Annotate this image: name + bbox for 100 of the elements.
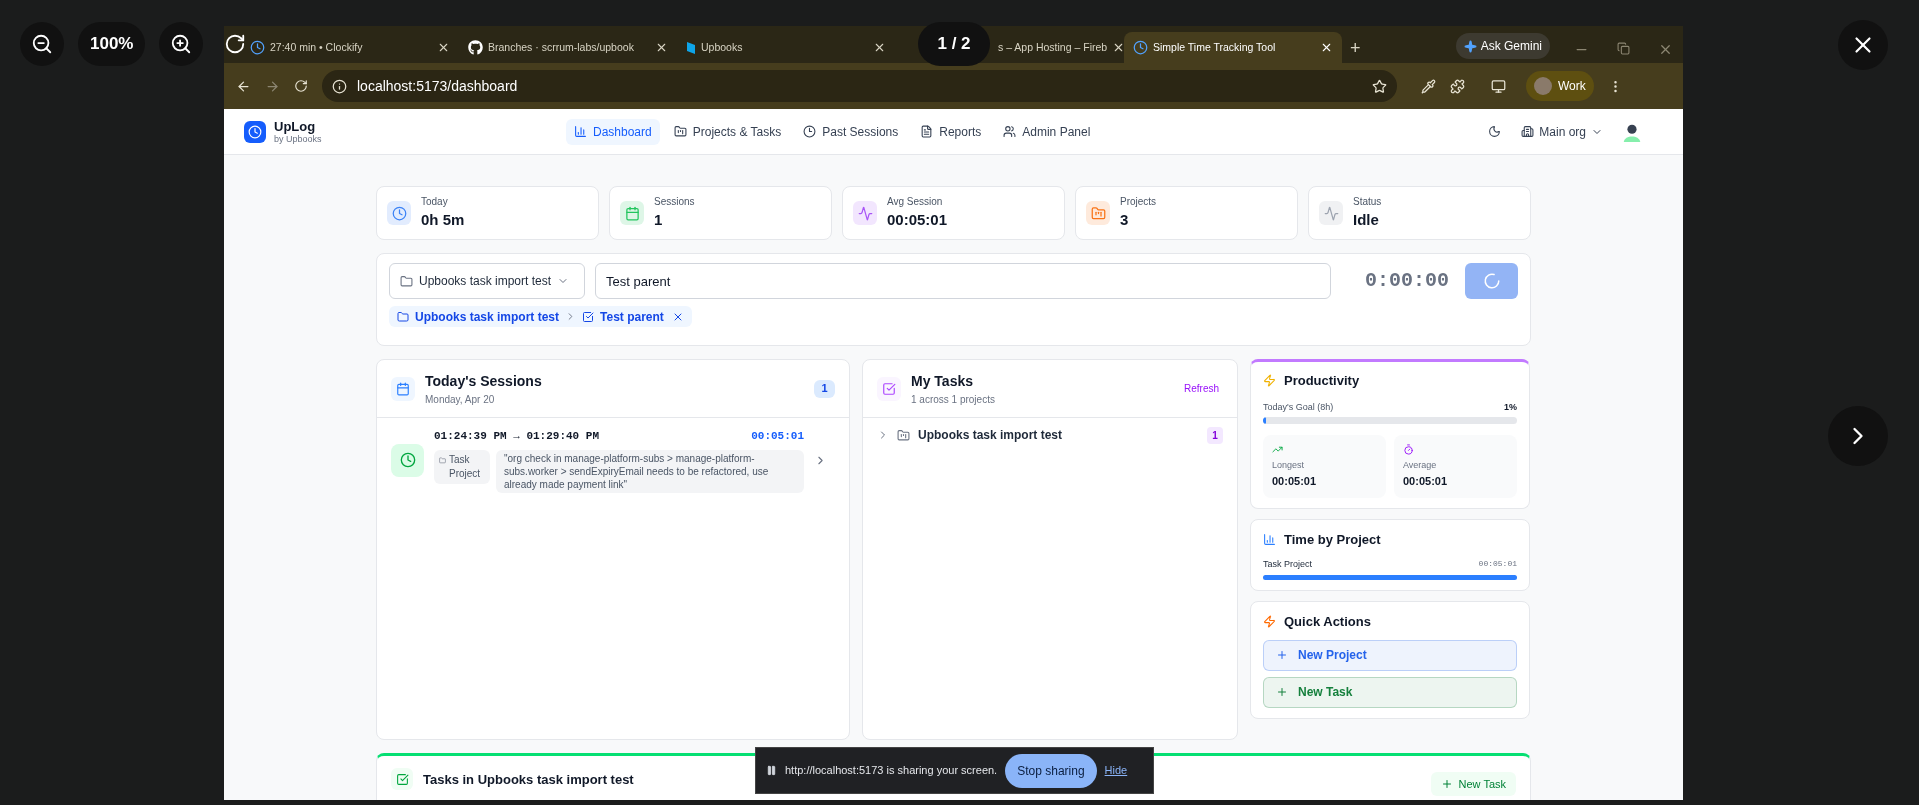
nav-tab[interactable]: Dashboard [566, 118, 660, 145]
org-switcher[interactable]: Main org [1521, 122, 1603, 141]
users-icon [1003, 125, 1017, 138]
close-button[interactable] [1838, 20, 1888, 70]
stat-label: Today [421, 195, 449, 210]
lightning-icon [1263, 374, 1276, 388]
metric-value: 00:05:01 [1403, 473, 1449, 489]
pipette-icon[interactable] [1421, 78, 1436, 94]
project-select[interactable]: Upbooks task import test [389, 263, 585, 299]
refresh-button[interactable]: Refresh [1180, 381, 1223, 396]
card-title: Time by Project [1284, 531, 1381, 549]
tab-title: 27:40 min • Clockify [270, 39, 364, 55]
folder-icon [673, 125, 687, 138]
task-icon [391, 768, 413, 790]
new-tab-button[interactable]: + [1350, 39, 1361, 57]
chart-icon [1263, 533, 1276, 547]
metric-label: Longest [1272, 459, 1306, 472]
profile-button[interactable]: Work [1526, 71, 1594, 101]
stat-value: 0h 5m [421, 210, 465, 231]
count-badge: 1 [814, 379, 835, 398]
stat-value: 00:05:01 [887, 210, 948, 231]
dark-mode-icon[interactable] [1488, 125, 1502, 138]
quick-action-button[interactable]: New Project [1263, 639, 1517, 671]
logo-icon [244, 120, 266, 143]
nav-tab[interactable]: Projects & Tasks [665, 118, 790, 145]
project-time: 00:05:01 [1478, 557, 1517, 570]
extensions-icon[interactable] [1450, 78, 1465, 94]
count-badge: 1 [1207, 426, 1223, 444]
stat-value: 1 [654, 210, 664, 231]
nav-tab[interactable]: Admin Panel [995, 118, 1099, 145]
url-text: localhost:5173/dashboard [357, 76, 519, 96]
timer-display: 0:00:00 [1365, 268, 1449, 294]
bookmark-icon[interactable] [1372, 78, 1387, 94]
info-icon [332, 78, 347, 94]
quick-action-button[interactable]: New Task [1263, 676, 1517, 708]
nav-tab[interactable]: Reports [912, 118, 990, 145]
share-message: http://localhost:5173 is sharing your screen. [785, 763, 998, 779]
zoom-out-button[interactable] [20, 22, 64, 66]
start-button[interactable] [1465, 263, 1518, 299]
reload-icon[interactable] [294, 79, 308, 93]
building-icon [1521, 125, 1535, 138]
new-task-button[interactable]: New Task [1430, 772, 1516, 796]
browser-tab[interactable]: Simple Time Tracking Tool [1124, 32, 1342, 63]
goal-percent: 1% [1504, 400, 1517, 414]
close-icon[interactable] [1320, 41, 1333, 54]
stat-label: Projects [1120, 195, 1157, 210]
brand-name: UpLog [274, 119, 317, 133]
session-time-range: 01:24:39 PM → 01:29:40 PM [434, 429, 600, 444]
zoom-in-icon [170, 33, 193, 55]
calendar-icon [391, 376, 415, 401]
trend-up-icon [1272, 444, 1283, 455]
page-counter: 1 / 2 [918, 22, 990, 66]
project-name: Task Project [1263, 557, 1313, 571]
breadcrumb-project: Upbooks task import test [415, 308, 560, 326]
card-subtitle: 1 across 1 projects [911, 392, 995, 407]
task-icon [877, 376, 901, 401]
close-icon[interactable] [655, 41, 668, 54]
clock-icon [1133, 40, 1148, 55]
breadcrumb-task: Test parent [600, 308, 664, 326]
zoom-level: 100% [78, 22, 146, 66]
metric-label: Average [1403, 459, 1438, 472]
browser-tab[interactable]: Upbooks [677, 32, 895, 63]
cast-icon[interactable] [1491, 78, 1506, 94]
task-input[interactable]: Test parent [595, 263, 1331, 299]
plus-icon [1276, 649, 1288, 661]
stat-value: 3 [1120, 210, 1130, 231]
clock-icon [391, 443, 424, 477]
address-bar[interactable]: localhost:5173/dashboard [322, 70, 1397, 102]
stop-sharing-button[interactable]: Stop sharing [1005, 753, 1097, 788]
restore-icon[interactable] [1617, 42, 1630, 55]
rotate-icon [224, 33, 247, 55]
pause-icon [766, 765, 777, 776]
forward-icon[interactable] [265, 78, 280, 94]
hide-link[interactable]: Hide [1104, 762, 1128, 779]
stat-label: Sessions [654, 195, 695, 210]
zoom-out-icon [31, 33, 53, 55]
spinner-icon [1482, 272, 1501, 290]
browser-tab[interactable]: s – App Hosting – Fireb [994, 32, 1124, 63]
close-icon[interactable] [437, 41, 450, 54]
stat-label: Avg Session [887, 195, 944, 210]
brand-subtitle: by Upbooks [274, 134, 322, 144]
session-row[interactable]: 01:24:39 PM → 01:29:40 PM 00:05:01 Task Project "org check in manage-platform-subs > manage-platform-subs.worker > sendExpiryEmail needs to be refactored, use already made payment link" [377, 418, 849, 503]
folder-icon [897, 428, 910, 442]
task-icon [582, 310, 595, 323]
ask-gemini-button[interactable]: Ask Gemini [1455, 33, 1550, 59]
tab-title: Upbooks [701, 39, 744, 55]
card-subtitle: Monday, Apr 20 [425, 392, 496, 407]
browser-tab[interactable]: 27:40 min • Clockify [241, 32, 459, 63]
file-icon [920, 125, 934, 138]
zoom-in-button[interactable] [159, 22, 204, 66]
plus-icon [1440, 778, 1453, 790]
nav-tab[interactable]: Past Sessions [795, 118, 907, 145]
task-group-row[interactable]: Upbooks task import test 1 [863, 418, 1237, 452]
folder-icon [439, 456, 446, 464]
clock-icon [250, 40, 265, 55]
tab-title: s – App Hosting – Fireb [998, 39, 1108, 55]
back-icon[interactable] [236, 78, 251, 94]
close-icon[interactable] [873, 41, 886, 54]
card-title: My Tasks [911, 371, 974, 391]
browser-tab[interactable]: Branches · scrrum-labs/upbook [459, 32, 677, 63]
